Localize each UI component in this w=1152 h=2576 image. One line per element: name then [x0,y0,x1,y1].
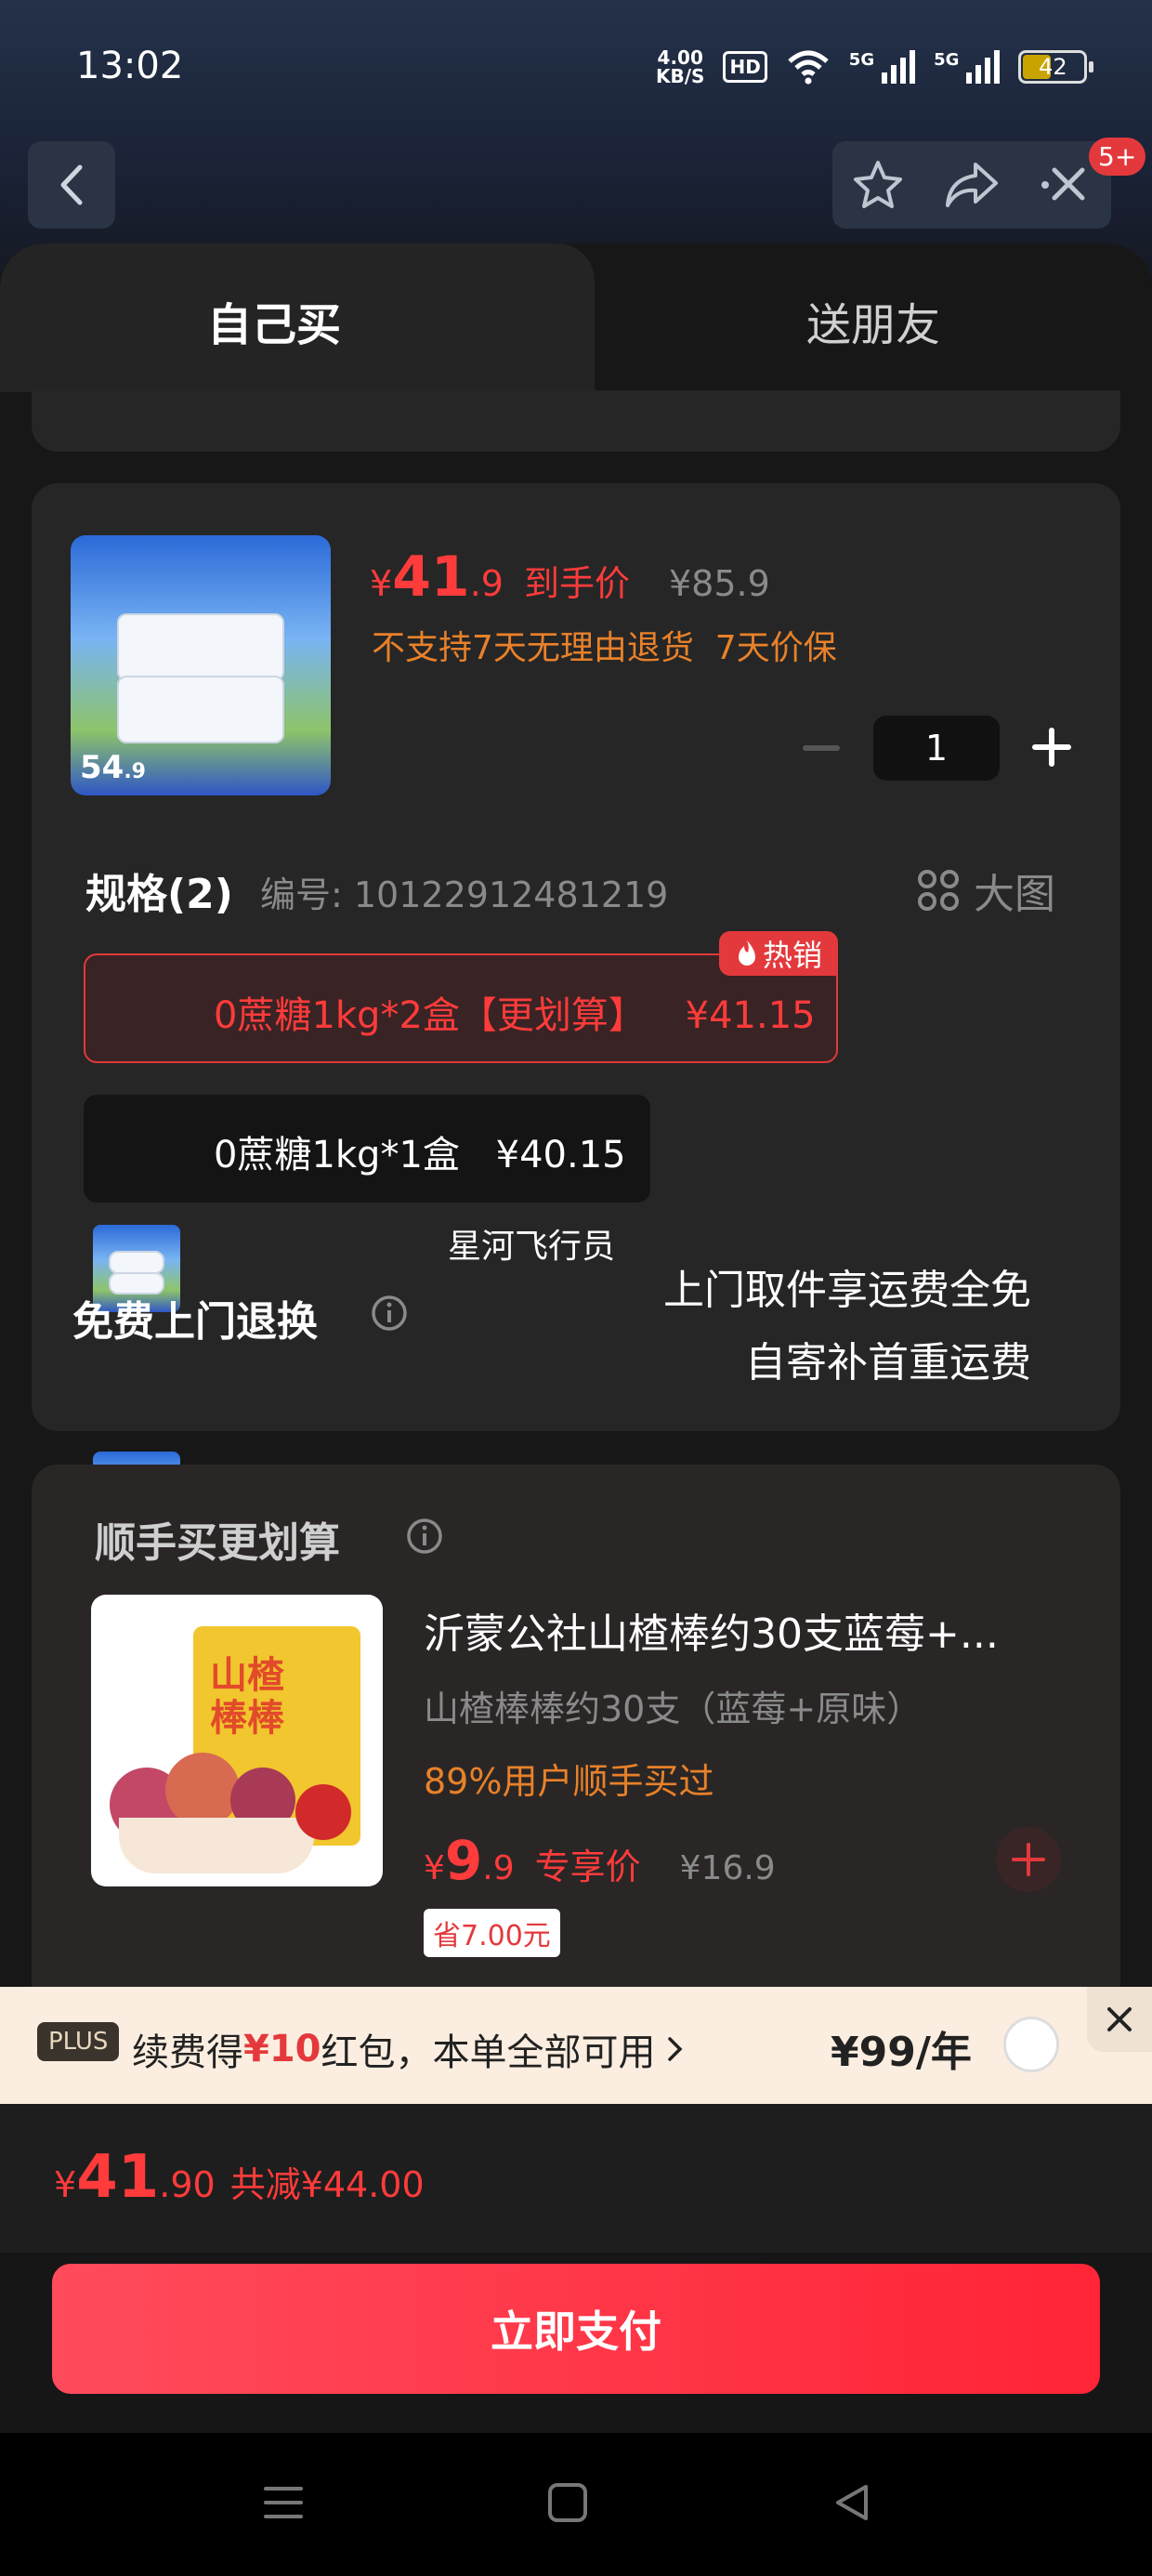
share-icon[interactable] [942,157,1001,213]
price-symbol: ¥ [370,563,393,604]
return-desc-line2: 自寄补首重运费 [745,1339,1031,1387]
product-image[interactable]: 54.9 [71,535,331,795]
battery-level: 42 [1039,54,1067,80]
return-service-title: 免费上门退换 [72,1298,318,1346]
plus-icon[interactable] [1031,727,1072,768]
price-label: 到手价 [523,563,630,604]
hot-sale-tag: 热销 [719,931,838,976]
thumb-price-int: 54 [80,749,124,786]
add-icon [1012,1843,1045,1876]
spec-code: 编号: 10122912481219 [260,874,669,915]
star-icon[interactable] [850,157,906,213]
product-image-box-top [117,613,284,681]
hot-sale-label: 热销 [762,938,822,973]
thumb-price-dec: .9 [124,760,146,783]
total-symbol: ¥ [54,2164,77,2205]
addon-item-subtitle: 山楂棒棒约30支（蓝莓+原味） [424,1689,923,1729]
addon-item-title[interactable]: 沂蒙公社山楂棒约30支蓝莓+... [424,1600,1074,1660]
addon-saving-tag: 省7.00元 [424,1909,560,1957]
addon-price-symbol: ¥ [424,1849,445,1887]
big-view-button[interactable]: 大图 [916,861,1055,920]
addon-product-image[interactable]: 山楂棒棒 [91,1595,383,1886]
notification-badge: 5+ [1089,138,1146,176]
top-action-group [832,141,1111,229]
home-icon[interactable] [546,2481,589,2524]
return-desc-line1: 上门取件享运费全免 [663,1267,1031,1314]
chevron-right-icon [667,2037,682,2061]
original-price: ¥85.9 [668,563,770,604]
spec-option-2-price: ¥40.15 [495,1134,626,1176]
signal-1-label: 5G [848,50,875,70]
signal-icon-2: 5G [934,50,1001,84]
spec-option-1-price: ¥41.15 [685,994,816,1037]
back-button[interactable] [28,141,115,229]
addon-original-price: ¥16.9 [679,1849,776,1887]
tab-gift-friend[interactable]: 送朋友 [595,288,1152,353]
price-int: 41 [392,545,470,610]
flame-icon [738,940,755,966]
plus-promo-text: 续费得 ¥10 红包，本单全部可用 [132,2022,686,2076]
signal-2-label: 5G [934,50,960,70]
addon-info-icon[interactable] [405,1517,444,1556]
price-dec: .9 [469,563,504,604]
battery-icon: 42 [1018,50,1094,84]
addon-price-label: 专享价 [534,1847,641,1887]
hd-icon: HD [723,51,767,83]
status-time: 13:02 [76,45,184,87]
grid-icon [918,870,959,911]
close-icon[interactable] [1038,157,1093,213]
spec-option-2-name: 0蔗糖1kg*1盒 [214,1134,460,1176]
total-int: 41 [76,2143,160,2212]
spec-option-1-name: 0蔗糖1kg*2盒【更划算】 [214,994,646,1037]
spec-option-1-label: 0蔗糖1kg*2盒【更划算】 ¥41.15 [214,985,816,1039]
chevron-left-icon [60,164,83,205]
addon-price-int: 9 [444,1829,483,1892]
addon-price: ¥ 9 .9 专享价 ¥16.9 [424,1829,776,1892]
addon-price-dec: .9 [482,1849,515,1887]
plus-text-after: 红包，本单全部可用 [321,2031,656,2074]
addon-candy-2 [165,1753,240,1827]
big-view-label: 大图 [974,871,1055,918]
address-card-bottom [32,390,1120,452]
spec-option-2-label: 0蔗糖1kg*1盒 ¥40.15 [214,1124,626,1178]
network-speed-unit: KB/S [656,65,705,87]
wifi-icon [788,50,829,85]
network-speed-value: 4.00 [657,46,703,69]
back-triangle-icon[interactable] [831,2481,873,2524]
product-price: ¥ 41 .9 到手价 ¥85.9 [370,545,770,610]
quantity-input[interactable]: 1 [873,716,1000,781]
plus-price: ¥99/年 [831,2029,972,2076]
total-price: ¥ 41 .90 共减¥44.00 [54,2143,425,2212]
close-icon [1107,2007,1132,2031]
status-icons: 4.00 KB/S HD 5G 5G 42 [656,41,1094,93]
addon-buyers-note: 89%用户顺手买过 [424,1761,714,1802]
addon-fruit [295,1784,351,1840]
plus-select-radio[interactable] [1003,2017,1059,2072]
plus-badge: PLUS [37,2022,120,2061]
network-speed: 4.00 KB/S [656,48,704,85]
menu-icon[interactable] [262,2481,305,2524]
total-dec: .90 [159,2164,216,2205]
pay-button[interactable]: 立即支付 [52,2264,1100,2394]
addon-package-text: 山楂棒棒 [210,1654,284,1740]
minus-icon[interactable] [803,745,840,751]
spec-title: 规格(2) [85,871,233,918]
signal-icon-1: 5G [848,50,916,84]
plus-text-before: 续费得 [132,2031,243,2074]
plus-amount: ¥10 [243,2028,321,2070]
addon-add-button[interactable] [996,1827,1061,1892]
return-service-desc: 上门取件享运费全免 自寄补首重运费 [576,1255,1031,1400]
addon-section-title: 顺手买更划算 [95,1519,340,1567]
thumb-price: 54.9 [80,749,146,786]
tab-self-buy[interactable]: 自己买 [0,288,548,353]
spec-option-1-thumb-box-top [108,1251,165,1274]
policy-text: 不支持7天无理由退货 7天价保 [372,629,837,667]
info-icon[interactable] [370,1294,409,1333]
total-discount: 共减¥44.00 [229,2164,425,2205]
plus-close-button[interactable] [1087,1987,1152,2052]
addon-bowl [119,1818,314,1873]
product-image-box-bottom [117,676,284,743]
